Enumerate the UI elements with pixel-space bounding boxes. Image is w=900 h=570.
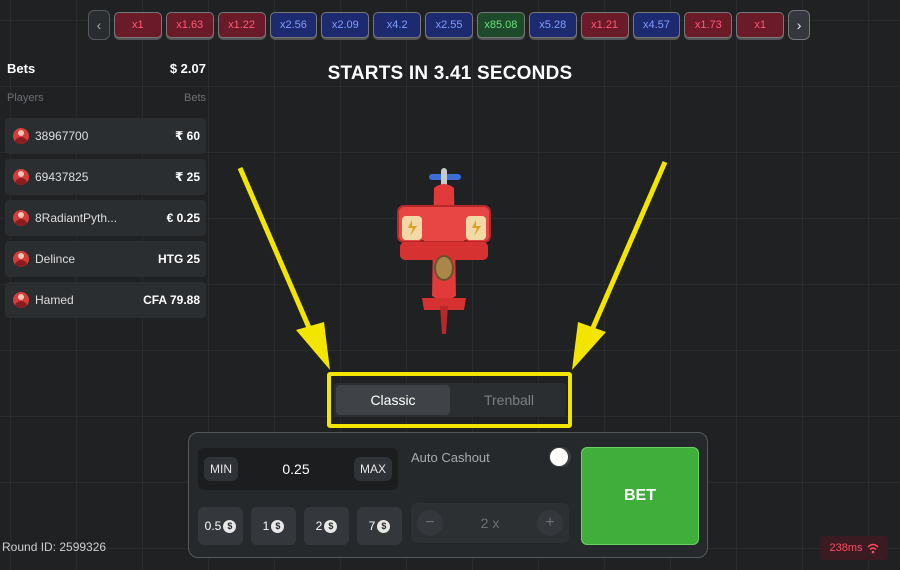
player-bet: HTG 25 xyxy=(157,252,200,266)
game-mode-tabs: Classic Trenball xyxy=(334,383,566,417)
quick-amount-value: 2 xyxy=(315,519,323,533)
avatar-icon xyxy=(13,251,29,267)
bet-amount-input[interactable]: 0.25 xyxy=(282,461,309,477)
tab-classic[interactable]: Classic xyxy=(336,385,450,415)
bets-total: $ 2.07 xyxy=(169,61,206,76)
quick-amount-value: 1 xyxy=(262,519,270,533)
cashout-multiplier-input[interactable]: 2 x xyxy=(481,515,500,531)
decrease-button[interactable]: − xyxy=(417,510,443,536)
column-bets: Bets xyxy=(183,92,206,104)
round-countdown: STARTS IN 3.41 SECONDS xyxy=(327,63,573,84)
signal-icon xyxy=(866,543,879,554)
history-chip[interactable]: x1.22 xyxy=(217,12,266,38)
player-name: 8RadiantPyth... xyxy=(35,211,118,225)
player-name: 69437825 xyxy=(35,170,89,184)
max-button[interactable]: MAX xyxy=(353,457,392,481)
chevron-left-icon: ‹ xyxy=(96,17,102,33)
player-name: 38967700 xyxy=(35,129,89,143)
ping-indicator: 238ms xyxy=(820,536,888,560)
auto-cashout-stepper: − 2 x + xyxy=(411,503,569,543)
player-name: Hamed xyxy=(35,293,74,307)
dollar-coin-icon: $ xyxy=(324,519,338,533)
player-list: 38967700 ₹ 60 69437825 ₹ 25 8RadiantPyth… xyxy=(0,118,210,318)
auto-cashout-label: Auto Cashout xyxy=(411,450,490,465)
avatar-icon xyxy=(13,128,29,144)
avatar-icon xyxy=(13,210,29,226)
history-next-button[interactable]: › xyxy=(788,10,811,40)
history-chip[interactable]: x2.56 xyxy=(269,12,318,38)
history-chip[interactable]: x1 xyxy=(736,12,785,38)
multiplier-history: ‹ x1 x1.63 x1.22 x2.56 x2.09 x4.2 x2.55 … xyxy=(88,8,811,42)
dollar-coin-icon: $ xyxy=(223,519,237,533)
dollar-coin-icon: $ xyxy=(377,519,391,533)
quick-amounts: 0.5 $ 1 $ 2 $ 7 $ xyxy=(198,507,402,545)
history-chip[interactable]: x4.57 xyxy=(632,12,681,38)
ping-value: 238ms xyxy=(829,542,863,554)
history-chip[interactable]: x85.08 xyxy=(476,12,525,38)
column-players: Players xyxy=(7,92,44,104)
quick-amount-value: 0.5 xyxy=(204,519,222,533)
history-chip[interactable]: x5.28 xyxy=(528,12,577,38)
player-row: Delince HTG 25 xyxy=(5,241,206,277)
player-row: 8RadiantPyth... € 0.25 xyxy=(5,200,206,236)
bet-button[interactable]: BET xyxy=(581,447,699,545)
player-bet: ₹ 60 xyxy=(174,129,200,143)
dollar-coin-icon: $ xyxy=(271,519,285,533)
player-row: 38967700 ₹ 60 xyxy=(5,118,206,154)
quick-amount-button[interactable]: 2 $ xyxy=(304,507,349,545)
player-name: Delince xyxy=(35,252,76,266)
bets-header: Bets $ 2.07 xyxy=(0,55,210,76)
avatar-icon xyxy=(13,292,29,308)
history-chip[interactable]: x4.2 xyxy=(373,12,422,38)
chevron-right-icon: › xyxy=(796,17,802,33)
player-bet: ₹ 25 xyxy=(174,170,200,184)
quick-amount-button[interactable]: 0.5 $ xyxy=(198,507,243,545)
bets-title: Bets xyxy=(7,61,36,76)
history-prev-button[interactable]: ‹ xyxy=(88,10,110,40)
quick-amount-button[interactable]: 7 $ xyxy=(357,507,402,545)
bets-columns: Players Bets xyxy=(0,76,210,104)
history-chip[interactable]: x1.21 xyxy=(580,12,629,38)
history-chip[interactable]: x1 xyxy=(113,12,162,38)
player-bet: € 0.25 xyxy=(166,211,200,225)
bet-panel: MIN 0.25 MAX 0.5 $ 1 $ 2 $ 7 $ Auto Cash… xyxy=(188,432,708,558)
bets-sidebar: Bets $ 2.07 Players Bets 38967700 ₹ 60 6… xyxy=(0,55,210,323)
bet-amount-box: MIN 0.25 MAX xyxy=(198,448,398,490)
history-chip[interactable]: x1.63 xyxy=(165,12,214,38)
auto-cashout-toggle[interactable] xyxy=(549,447,571,467)
plane-icon xyxy=(397,168,491,334)
history-chip[interactable]: x2.09 xyxy=(321,12,370,38)
quick-amount-value: 7 xyxy=(368,519,376,533)
player-bet: CFA 79.88 xyxy=(143,293,200,307)
avatar-icon xyxy=(13,169,29,185)
history-chip[interactable]: x1.73 xyxy=(684,12,733,38)
increase-button[interactable]: + xyxy=(537,510,563,536)
tab-trenball[interactable]: Trenball xyxy=(452,383,566,417)
player-row: 69437825 ₹ 25 xyxy=(5,159,206,195)
quick-amount-button[interactable]: 1 $ xyxy=(251,507,296,545)
round-id: Round ID: 2599326 xyxy=(2,540,107,554)
history-chip[interactable]: x2.55 xyxy=(425,12,473,38)
player-row: Hamed CFA 79.88 xyxy=(5,282,206,318)
min-button[interactable]: MIN xyxy=(204,457,238,481)
